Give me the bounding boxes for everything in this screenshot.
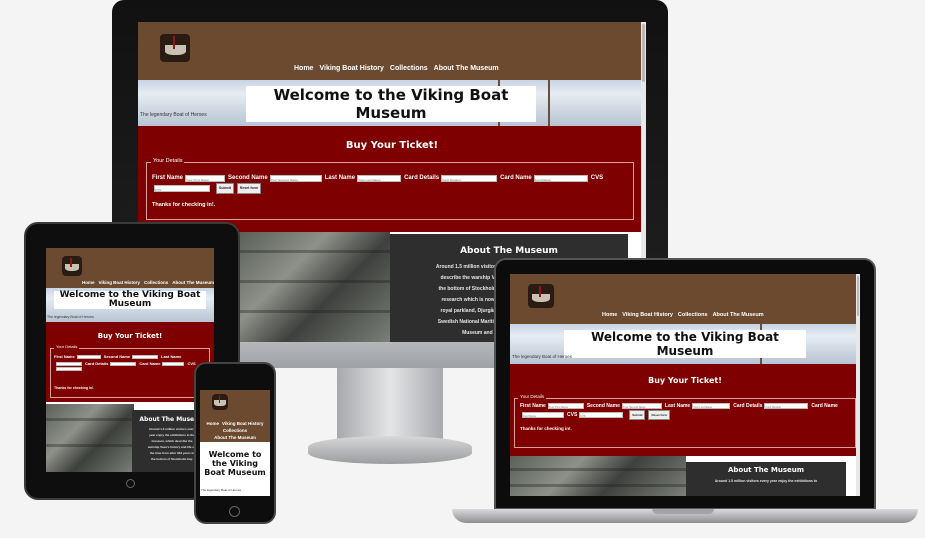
laptop-form-row: First Name Your First Name Second Name Y… (520, 403, 838, 420)
ticket-form-row: First Name Your First Name Second Name Y… (152, 175, 604, 194)
laptop-about-text: Around 1.5 million visitors every year e… (714, 479, 818, 483)
laptop-ticket-section: Buy Your Ticket! Your Details First Name… (510, 364, 860, 456)
laptop-nav-about[interactable]: About The Museum (713, 312, 764, 318)
cvs-input[interactable]: CVS (154, 185, 210, 192)
laptop-cvs-input[interactable]: CVS (579, 412, 624, 418)
fieldset-legend: Your Details (151, 158, 185, 164)
laptop-welcome-heading: Welcome to the Viking Boat Museum (564, 330, 806, 358)
tablet-cvs-input[interactable] (56, 367, 82, 371)
laptop-notch (652, 509, 714, 514)
first-name-input[interactable]: Your First Name (185, 175, 226, 182)
tablet-card-name-input[interactable] (162, 361, 185, 366)
second-name-input[interactable]: Your Second Name (269, 175, 322, 182)
desktop-stand-base (308, 436, 472, 464)
desktop-stand (337, 368, 443, 440)
laptop-header: Home Viking Boat History Collections Abo… (510, 274, 860, 324)
tablet-card-input[interactable] (110, 361, 137, 366)
tablet-form-row: First Name Second Name Last Name Card De… (54, 353, 210, 371)
laptop-photo (510, 456, 686, 496)
tablet-ticket-section: Buy Your Ticket! Your Details First Name… (46, 322, 214, 402)
laptop-card-name-input[interactable]: Card Name (522, 412, 564, 418)
nav-collections[interactable]: Collections (390, 65, 428, 72)
laptop-second-name-input[interactable]: Your Second Name (621, 403, 662, 409)
ticket-section: Buy Your Ticket! Your Details First Name… (138, 126, 646, 232)
laptop-ticket-title: Buy Your Ticket! (648, 376, 722, 385)
card-name-input[interactable]: Card Name (533, 175, 588, 182)
tablet-first-name-input[interactable] (76, 354, 101, 359)
laptop-submit-button[interactable]: Submit (629, 410, 646, 420)
hero-banner: Welcome to the Viking Boat Museum The le… (138, 80, 646, 126)
viking-ship-logo-icon[interactable] (160, 34, 190, 62)
laptop-screen: Home Viking Boat History Collections Abo… (510, 274, 860, 496)
tablet-ticket-title: Buy Your Ticket! (97, 332, 163, 340)
submit-button[interactable]: Submit (216, 183, 234, 194)
tablet-nav-history[interactable]: Viking Boat History (99, 280, 140, 285)
phone-nav-history[interactable]: Viking Boat History (222, 420, 263, 427)
laptop-nav-history[interactable]: Viking Boat History (622, 312, 673, 318)
phone-nav: Home Viking Boat History Collections Abo… (202, 420, 268, 441)
tablet-nav-home[interactable]: Home (82, 280, 95, 285)
laptop-logo-icon[interactable] (528, 284, 554, 308)
reset-button[interactable]: Reset form (236, 183, 262, 194)
phone-hero: Welcome to the Viking Boat Museum The le… (200, 442, 270, 496)
tablet-header: Home Viking Boat History Collections Abo… (46, 248, 214, 288)
tablet-hero: Welcome to the Viking Boat Museum The le… (46, 288, 214, 322)
tagline: The legendary Boat of Heroes (140, 112, 207, 118)
card-number-input[interactable]: Card Number (441, 175, 498, 182)
laptop-nav-collections[interactable]: Collections (678, 312, 708, 318)
phone-home-button[interactable] (229, 506, 240, 517)
laptop-nav-home[interactable]: Home (602, 312, 617, 318)
laptop-last-name-input[interactable]: Your Last Name (692, 403, 731, 409)
about-title: About The Museum (460, 246, 558, 256)
museum-photo (238, 232, 390, 342)
nav-about-the-museum[interactable]: About The Museum (434, 65, 499, 72)
tablet-last-name-input[interactable] (56, 361, 82, 366)
phone-header: Home Viking Boat History Collections Abo… (200, 390, 270, 442)
tablet-thanks: Thanks for checking in!. (54, 386, 95, 390)
laptop-card-input[interactable]: Card Number (764, 403, 809, 409)
last-name-input[interactable]: Your Last Name (357, 175, 402, 182)
tablet-tagline: The legendary Boat of Heroes (47, 315, 94, 319)
nav-home[interactable]: Home (294, 65, 313, 72)
tablet-welcome-heading: Welcome to the Viking Boat Museum (54, 291, 206, 309)
laptop-hero: Welcome to the Viking Boat Museum The le… (510, 324, 860, 364)
main-nav: Home Viking Boat History Collections Abo… (294, 65, 499, 72)
phone-welcome-heading: Welcome to the Viking Boat Museum (204, 450, 266, 477)
thanks-message: Thanks for checking in!. (152, 202, 216, 208)
phone-nav-home[interactable]: Home (207, 420, 220, 427)
tablet-nav-about[interactable]: About The Museum (172, 280, 214, 285)
tablet-home-button[interactable] (126, 479, 135, 488)
laptop-reset-button[interactable]: Reset form (648, 410, 671, 420)
laptop-about-section: About The Museum Around 1.5 million visi… (686, 462, 846, 496)
site-header: Home Viking Boat History Collections Abo… (138, 22, 646, 80)
phone-tagline: The legendary Boat of Heroes (201, 488, 242, 492)
laptop-about-title: About The Museum (727, 466, 805, 474)
welcome-heading: Welcome to the Viking Boat Museum (246, 86, 536, 122)
phone-logo-icon[interactable] (212, 394, 228, 410)
tablet-photo (46, 404, 134, 472)
laptop-first-name-input[interactable]: Your First Name (547, 403, 584, 409)
phone-nav-collections[interactable]: Collections (223, 427, 247, 434)
laptop-thanks: Thanks for checking in!. (520, 426, 572, 431)
phone-screen: Home Viking Boat History Collections Abo… (200, 390, 270, 496)
phone-nav-about[interactable]: About The Museum (214, 434, 256, 441)
tablet-nav-collections[interactable]: Collections (144, 280, 168, 285)
ticket-title: Buy Your Ticket! (345, 140, 439, 151)
nav-viking-boat-history[interactable]: Viking Boat History (319, 65, 383, 72)
tablet-screen: Home Viking Boat History Collections Abo… (46, 248, 214, 472)
laptop-nav: Home Viking Boat History Collections Abo… (602, 312, 764, 318)
tablet-nav: Home Viking Boat History Collections Abo… (82, 280, 214, 285)
laptop-tagline: The legendary Boat of Heroes (512, 354, 573, 359)
tablet-logo-icon[interactable] (62, 256, 82, 276)
tablet-second-name-input[interactable] (132, 354, 159, 359)
laptop-scrollbar[interactable] (856, 274, 860, 496)
